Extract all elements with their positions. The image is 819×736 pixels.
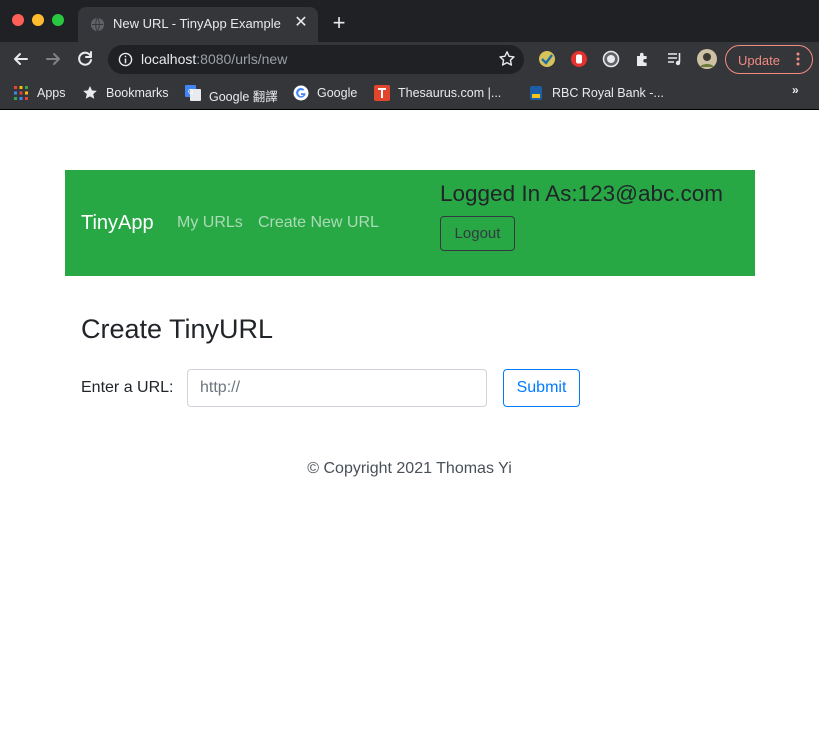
profile-avatar-icon[interactable] [697, 49, 717, 69]
browser-chrome: New URL - TinyApp Example ✕ + localhost:… [0, 0, 819, 110]
more-bookmarks-icon[interactable]: » [792, 83, 799, 97]
tab-title: New URL - TinyApp Example [113, 16, 281, 31]
extension-adblock-icon[interactable] [570, 50, 588, 68]
bookmarks-bar: Apps Bookmarks G Google 翻譯 Google Thesau… [0, 78, 819, 109]
bookmark-label: Google 翻譯 [209, 90, 278, 104]
info-icon[interactable] [118, 52, 133, 67]
extensions-puzzle-icon[interactable] [634, 50, 652, 68]
extension-ticket-icon[interactable] [538, 50, 556, 68]
apps-grid-icon [14, 86, 28, 100]
url-text: localhost:8080/urls/new [141, 51, 287, 67]
back-icon[interactable] [10, 48, 32, 70]
address-bar[interactable]: localhost:8080/urls/new [108, 45, 524, 74]
globe-icon [90, 17, 105, 32]
nav-link-create-new-url[interactable]: Create New URL [258, 214, 379, 232]
star-icon [83, 86, 97, 99]
navbar: TinyApp My URLs Create New URL Logged In… [65, 170, 755, 276]
url-host: localhost [141, 51, 197, 67]
extension-record-icon[interactable] [602, 50, 620, 68]
url-input[interactable] [187, 369, 487, 407]
page-content: TinyApp My URLs Create New URL Logged In… [0, 110, 819, 736]
footer-copyright: © Copyright 2021 Thomas Yi [307, 460, 512, 477]
close-tab-icon[interactable]: ✕ [293, 13, 309, 33]
browser-toolbar: localhost:8080/urls/new Update [0, 42, 819, 78]
maximize-window-button[interactable] [52, 14, 64, 26]
browser-tab[interactable]: New URL - TinyApp Example ✕ [78, 7, 318, 42]
svg-text:G: G [188, 88, 193, 96]
url-path: :8080/urls/new [196, 51, 288, 67]
update-button[interactable]: Update [725, 45, 813, 74]
forward-icon[interactable] [42, 48, 64, 70]
rbc-icon [530, 86, 542, 100]
close-window-button[interactable] [12, 14, 24, 26]
google-translate-icon: G [185, 85, 201, 101]
logged-in-status: Logged In As:123@abc.com [440, 181, 724, 206]
more-vert-icon[interactable] [796, 51, 800, 67]
page-title: Create TinyURL [81, 314, 274, 344]
bookmark-label: Thesaurus.com |... [398, 86, 502, 100]
navbar-brand[interactable]: TinyApp [81, 212, 154, 235]
submit-button[interactable]: Submit [503, 369, 580, 407]
google-icon [293, 85, 309, 101]
minimize-window-button[interactable] [32, 14, 44, 26]
new-tab-icon[interactable]: + [328, 12, 350, 34]
bookmark-label: Google [317, 86, 358, 100]
bookmark-label: Bookmarks [106, 86, 169, 100]
thesaurus-icon [374, 85, 390, 101]
reload-icon[interactable] [74, 48, 96, 70]
bookmark-label: Apps [37, 86, 66, 100]
tab-strip: New URL - TinyApp Example ✕ + [0, 0, 819, 42]
update-label: Update [738, 53, 780, 68]
bookmark-star-icon[interactable] [498, 50, 516, 68]
url-field-label: Enter a URL: [81, 379, 174, 396]
logout-button[interactable]: Logout [440, 216, 515, 251]
nav-link-my-urls[interactable]: My URLs [177, 214, 243, 232]
bookmark-label: RBC Royal Bank -... [552, 86, 664, 100]
media-playlist-icon[interactable] [666, 50, 684, 68]
